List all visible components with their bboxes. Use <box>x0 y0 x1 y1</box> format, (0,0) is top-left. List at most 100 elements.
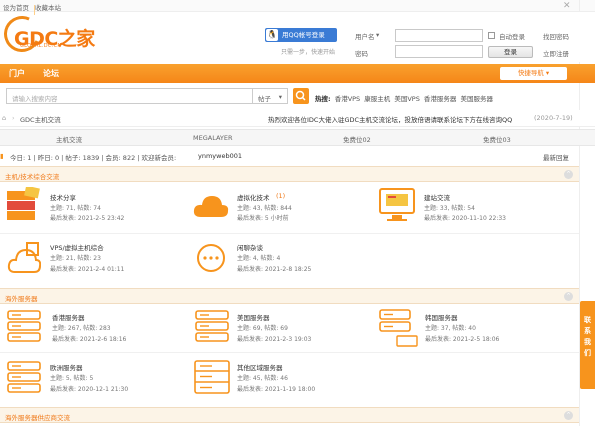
nav-portal[interactable]: 门户 <box>9 68 25 79</box>
server-icon <box>7 361 41 393</box>
collapse-icon[interactable]: ⌃ <box>564 411 573 420</box>
server-icon <box>195 310 229 342</box>
tab-host-exchange[interactable]: 主机交流 <box>56 134 82 144</box>
server-icon <box>7 310 41 342</box>
chat-bubble-icon <box>197 244 225 272</box>
cloud-server-icon <box>7 242 41 273</box>
forum-last-post[interactable]: 最后发表: 5 小时前 <box>237 213 289 222</box>
chevron-down-icon: ▾ <box>545 69 550 77</box>
hot-search-label: 热搜: <box>315 95 331 103</box>
contact-us-tab[interactable]: 联系我们 <box>580 301 595 389</box>
forum-last-post[interactable]: 最后发表: 2020-11-10 22:33 <box>424 213 506 222</box>
forum-title[interactable]: 韩国服务器 <box>425 312 458 322</box>
section-header[interactable]: 主机/技术综合交流 ⌃ <box>0 166 579 182</box>
forum-counts: 主题: 37, 帖数: 40 <box>425 325 476 332</box>
login-button[interactable]: 登录 <box>488 46 533 58</box>
forum-last-post[interactable]: 最后发表: 2021-1-19 18:00 <box>237 384 315 393</box>
forum-title[interactable]: 建站交流 <box>424 192 450 202</box>
forum-counts: 主题: 33, 帖数: 54 <box>424 205 475 212</box>
search-placeholder: 请输入搜索内容 <box>12 95 58 103</box>
tab-free-02[interactable]: 免费位02 <box>343 134 371 144</box>
forum-title[interactable]: 其他区域服务器 <box>237 362 283 372</box>
forum-counts: 主题: 21, 帖数: 23 <box>50 255 101 262</box>
announcement[interactable]: 热烈欢迎各位IDC大佬入驻GDC主机交流论坛，投放倍语请联系论坛下方在线咨询QQ <box>268 114 512 124</box>
forum-counts: 主题: 69, 帖数: 69 <box>237 325 288 332</box>
forum-title[interactable]: 欧洲服务器 <box>50 362 83 372</box>
search-scope-value: 帖子 <box>258 95 271 103</box>
forum-title[interactable]: 美国服务器 <box>237 312 270 322</box>
forum-title[interactable]: 闲聊杂谈 <box>237 242 263 252</box>
stats-chart-icon: ▮ <box>0 152 4 160</box>
forum-title[interactable]: 香港服务器 <box>52 312 85 322</box>
hot-term[interactable]: 香港VPS <box>335 95 361 103</box>
username-dropdown-icon[interactable]: ▾ <box>376 31 379 39</box>
breadcrumb: ⌂ › GDC主机交流 热烈欢迎各位IDC大佬入驻GDC主机交流论坛，投放倍语请… <box>0 110 595 127</box>
section-title[interactable]: 主机/技术综合交流 <box>5 171 59 181</box>
server-rack-icon <box>194 360 230 394</box>
monitor-code-icon <box>379 188 415 221</box>
close-icon[interactable]: ✕ <box>563 1 571 11</box>
section-header[interactable]: 海外服务器供应商交流 ⌃ <box>0 407 579 423</box>
section-title[interactable]: 海外服务器 <box>5 293 38 303</box>
row-divider <box>0 233 579 234</box>
forum-last-post[interactable]: 最后发表: 2021-2-6 18:16 <box>52 334 126 343</box>
search-button[interactable] <box>293 88 309 104</box>
forum-last-post[interactable]: 最后发表: 2021-2-8 18:25 <box>237 264 311 273</box>
cloud-icon <box>193 196 229 217</box>
ad-tabs: 主机交流 MEGALAYER 免费位02 免费位03 <box>0 129 595 146</box>
row-divider <box>0 352 579 353</box>
forum-counts: 主题: 43, 帖数: 844 <box>237 205 292 212</box>
contact-us-label: 联系我们 <box>584 316 591 357</box>
forum-counts: 主题: 45, 帖数: 46 <box>237 375 288 382</box>
latest-replies-link[interactable]: 最新回复 <box>543 152 569 162</box>
nav-forum[interactable]: 论坛 <box>43 68 59 79</box>
breadcrumb-separator: › <box>12 114 15 122</box>
hot-search: 热搜: 香港VPS 康服主机 美国VPS 香港服务器 美国服务器 <box>315 93 493 103</box>
quick-nav-button[interactable]: 快捷导航 ▾ <box>500 67 567 80</box>
home-icon[interactable]: ⌂ <box>2 114 6 122</box>
hot-term[interactable]: 康服主机 <box>364 95 390 103</box>
hot-term[interactable]: 美国服务器 <box>461 95 494 103</box>
forum-last-post[interactable]: 最后发表: 2020-12-1 21:30 <box>50 384 128 393</box>
stats-text: 今日: 1 | 昨日: 0 | 帖子: 1839 | 会员: 822 | 欢迎新… <box>10 154 177 162</box>
forum-counts: 主题: 267, 帖数: 283 <box>52 325 111 332</box>
section-title[interactable]: 海外服务器供应商交流 <box>5 412 70 422</box>
top-bar: 设为首页 收藏本站 <box>0 0 595 12</box>
hot-term[interactable]: 美国VPS <box>394 95 420 103</box>
forum-last-post[interactable]: 最后发表: 2021-2-5 23:42 <box>50 213 124 222</box>
qq-icon: 🐧 <box>266 29 278 41</box>
forgot-password-link[interactable]: 找回密码 <box>543 31 569 41</box>
forum-stats: ▮ 今日: 1 | 昨日: 0 | 帖子: 1839 | 会员: 822 | 欢… <box>0 149 595 163</box>
forum-counts: 主题: 5, 帖数: 5 <box>50 375 94 382</box>
forum-last-post[interactable]: 最后发表: 2021-2-3 19:03 <box>237 334 311 343</box>
remember-checkbox[interactable] <box>488 32 495 39</box>
collapse-icon[interactable]: ⌃ <box>564 292 573 301</box>
password-label: 密码 <box>355 50 368 58</box>
forum-title[interactable]: VPS/虚拟主机综合 <box>50 242 104 252</box>
server-rack-icon <box>7 187 40 220</box>
remember-label: 自动登录 <box>499 33 525 41</box>
set-home-link[interactable]: 设为首页 <box>3 2 29 12</box>
newest-member-link[interactable]: ynmyweb001 <box>198 152 242 160</box>
search-input[interactable]: 请输入搜索内容 <box>6 88 253 104</box>
nav-divider <box>34 5 35 15</box>
register-link[interactable]: 立即注册 <box>543 48 569 58</box>
username-input[interactable] <box>395 29 483 42</box>
logo-subtitle: GLOBAL.DC.CN <box>20 43 62 49</box>
forum-title[interactable]: 技术分享 <box>50 192 76 202</box>
search-scope-select[interactable]: 帖子 ▾ <box>253 88 288 104</box>
collapse-icon[interactable]: ⌃ <box>564 170 573 179</box>
forum-counts: 主题: 4, 帖数: 4 <box>237 255 281 262</box>
tab-free-03[interactable]: 免费位03 <box>483 134 511 144</box>
forum-last-post[interactable]: 最后发表: 2021-2-5 18:06 <box>425 334 499 343</box>
password-input[interactable] <box>395 45 483 58</box>
tab-megalayer[interactable]: MEGALAYER <box>193 134 233 142</box>
hot-term[interactable]: 香港服务器 <box>424 95 457 103</box>
forum-title[interactable]: 虚拟化技术 <box>237 192 270 202</box>
forum-counts: 主题: 71, 帖数: 74 <box>50 205 101 212</box>
quick-nav-label: 快捷导航 <box>517 69 544 77</box>
breadcrumb-forum[interactable]: GDC主机交流 <box>20 114 61 124</box>
bookmark-link[interactable]: 收藏本站 <box>35 2 61 12</box>
forum-last-post[interactable]: 最后发表: 2021-2-4 01:11 <box>50 264 124 273</box>
section-header[interactable]: 海外服务器 ⌃ <box>0 288 579 304</box>
